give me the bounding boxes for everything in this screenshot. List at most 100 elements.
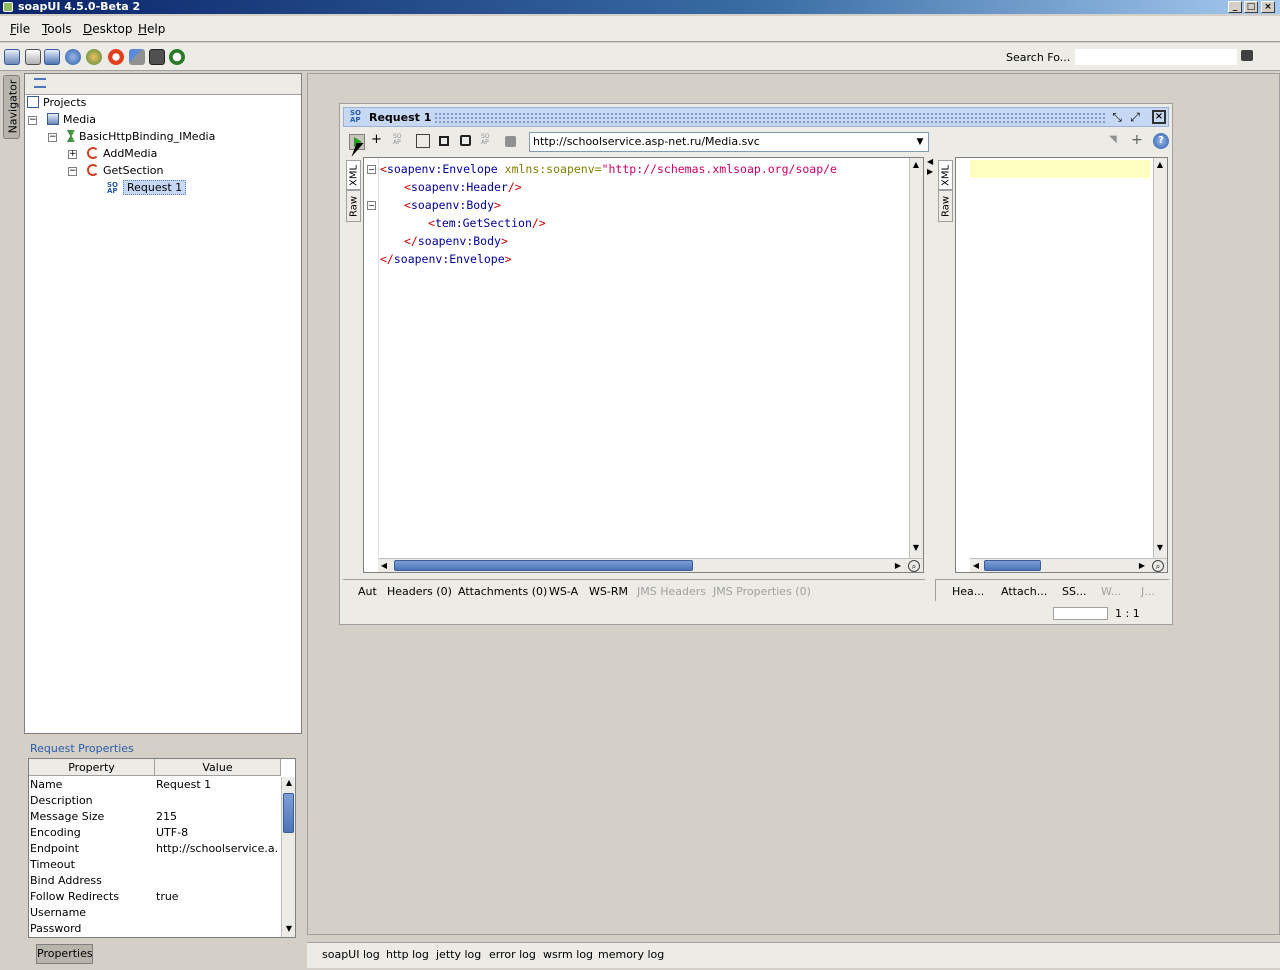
tab-response-jms[interactable]: J... [1141,585,1155,598]
property-row[interactable]: Encoding UTF-8 [29,825,281,841]
tab-ws-a[interactable]: WS-A [549,585,578,598]
create-empty-icon[interactable] [416,134,430,148]
tree-collapse-icon[interactable] [34,78,46,88]
property-row[interactable]: Name Request 1 [29,777,281,793]
save-all-icon[interactable] [44,49,60,65]
scroll-thumb[interactable] [394,560,693,571]
scroll-left-icon[interactable]: ◀ [378,560,390,572]
scroll-up-icon[interactable]: ▲ [283,777,295,789]
request-tab-raw[interactable]: Raw [346,190,361,222]
request-xml-editor[interactable]: − − <soapenv:Envelope xmlns:soapenv="htt… [363,157,924,573]
scroll-down-icon[interactable]: ▼ [910,542,922,554]
tree-expander-getsection[interactable]: − [68,167,77,176]
request-hscrollbar[interactable]: ◀ ▶ ⌕ [378,558,923,572]
scroll-right-icon[interactable]: ▶ [1136,560,1148,572]
zoom-icon[interactable]: ⌕ [908,560,920,572]
tab-response-wss[interactable]: W... [1101,585,1121,598]
property-row[interactable]: Message Size 215 [29,809,281,825]
soapui-pro-icon[interactable] [108,49,124,65]
endpoint-select[interactable]: http://schoolservice.asp-net.ru/Media.sv… [529,132,929,152]
exit-icon[interactable] [169,49,185,65]
navigator-tab[interactable]: Navigator [3,75,20,139]
menu-file[interactable]: File [10,22,30,36]
menu-desktop[interactable]: Desktop [83,22,133,36]
log-tab-error[interactable]: error log [489,948,536,961]
splitter-arrows-icon[interactable]: ◀ ▶ [927,157,933,179]
response-tab-raw[interactable]: Raw [938,190,953,222]
monitor-icon[interactable] [149,49,165,65]
fold-toggle-icon[interactable]: − [367,201,376,210]
request-window-titlebar[interactable]: SO AP Request 1 ⤡ ⤢ × [343,107,1169,127]
response-xml-editor[interactable]: ▲ ▼ ◀ ▶ ⌕ [955,157,1168,573]
fold-toggle-icon[interactable]: − [367,165,376,174]
close-window-icon[interactable]: × [1152,110,1166,124]
tab-auth[interactable]: Aut [358,585,377,598]
split-orientation-icon[interactable]: ◥ [1109,134,1123,148]
tree-expander-interface[interactable]: − [48,133,57,142]
tab-jms-properties[interactable]: JMS Properties (0) [713,585,811,598]
maximize-button[interactable]: □ [1244,1,1258,13]
tab-headers[interactable]: Headers (0) [387,585,452,598]
response-vscrollbar[interactable]: ▲ ▼ [1153,158,1167,558]
properties-header-value[interactable]: Value [155,759,281,776]
properties-scrollbar[interactable]: ▲ ▼ [281,777,295,937]
log-tab-http[interactable]: http log [386,948,429,961]
minimize-button[interactable]: _ [1228,1,1242,13]
tree-item-request[interactable]: SO AP Request 1 [107,180,187,196]
response-hscrollbar[interactable]: ◀ ▶ ⌕ [970,558,1167,572]
tabs-toggle-icon[interactable]: + [1131,133,1145,148]
help-icon[interactable] [65,49,81,65]
response-tab-xml[interactable]: XML [938,160,953,190]
clone-request-icon[interactable]: SO AP [393,134,407,148]
request-vscrollbar[interactable]: ▲ ▼ [909,158,923,558]
tab-response-headers[interactable]: Hea... [952,585,984,598]
scroll-left-icon[interactable]: ◀ [970,560,982,572]
request-tab-xml[interactable]: XML [346,160,361,190]
property-row[interactable]: Description [29,793,281,809]
zoom-icon[interactable]: ⌕ [1152,560,1164,572]
tree-item-getsection[interactable]: GetSection [87,163,163,179]
create-mock-icon[interactable]: SO AP [481,134,495,148]
scroll-thumb[interactable] [984,560,1041,571]
tree-expander-media[interactable]: − [28,116,37,125]
scroll-down-icon[interactable]: ▼ [283,923,295,935]
tab-ws-rm[interactable]: WS-RM [589,585,628,598]
import-project-icon[interactable] [25,49,41,65]
property-row[interactable]: Follow Redirects true [29,889,281,905]
scroll-down-icon[interactable]: ▼ [1154,542,1166,554]
properties-header-property[interactable]: Property [29,759,155,776]
scroll-thumb[interactable] [283,793,294,833]
close-button[interactable]: × [1261,1,1275,13]
search-input[interactable] [1074,48,1238,66]
tab-response-attachments[interactable]: Attach... [1001,585,1047,598]
recreate-icon[interactable] [460,135,471,146]
scroll-right-icon[interactable]: ▶ [892,560,904,572]
cancel-request-icon[interactable] [505,136,516,147]
property-row[interactable]: Username [29,905,281,921]
log-tab-jetty[interactable]: jetty log [436,948,481,961]
help-icon[interactable]: ? [1153,133,1169,149]
menu-help[interactable]: Help [138,22,165,36]
binoculars-icon[interactable] [1241,50,1253,61]
property-row[interactable]: Password [29,921,281,937]
scroll-up-icon[interactable]: ▲ [1154,159,1166,171]
property-row[interactable]: Bind Address [29,873,281,889]
menu-tools[interactable]: Tools [42,22,72,36]
tree-item-media[interactable]: Media [47,112,96,128]
new-project-icon[interactable] [4,49,20,65]
log-tab-wsrm[interactable]: wsrm log [543,948,593,961]
tab-response-ssl[interactable]: SS... [1062,585,1086,598]
format-icon[interactable] [439,136,449,146]
log-tab-soapui[interactable]: soapUI log [322,948,380,961]
tree-item-projects[interactable]: Projects [27,95,86,111]
property-row[interactable]: Timeout [29,857,281,873]
properties-toggle-button[interactable]: Properties [36,944,93,964]
dock-icon[interactable]: ⤡ [1110,110,1124,124]
tree-item-addmedia[interactable]: AddMedia [87,146,157,162]
forum-icon[interactable] [86,49,102,65]
scroll-up-icon[interactable]: ▲ [910,159,922,171]
preferences-icon[interactable] [129,49,145,65]
tree-item-interface[interactable]: BasicHttpBinding_IMedia [67,129,215,145]
property-row[interactable]: Endpoint http://schoolservice.a... [29,841,281,857]
tab-jms-headers[interactable]: JMS Headers [637,585,706,598]
